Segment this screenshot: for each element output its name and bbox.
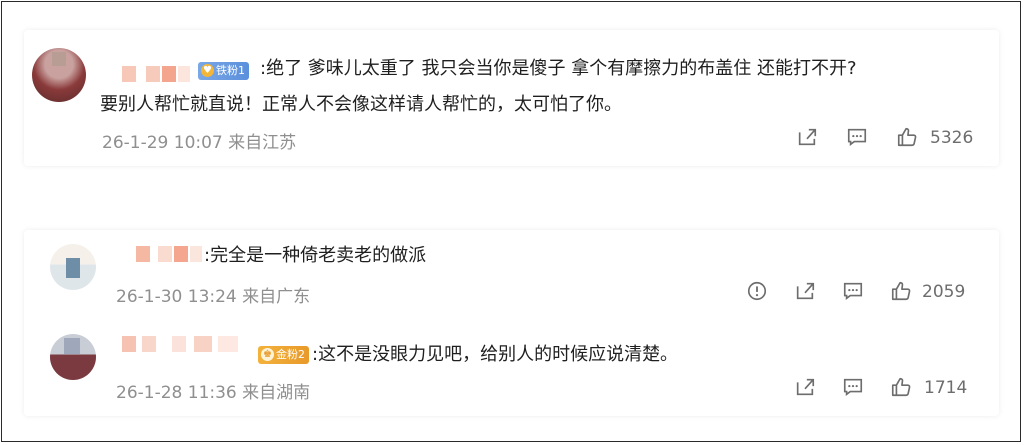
comment-button[interactable]: [842, 280, 864, 304]
comment-meta: 26-1-28 11:36 来自湖南: [116, 378, 310, 403]
comment-icon: [847, 128, 867, 146]
like-count: 5326: [930, 128, 974, 148]
share-icon: [796, 378, 815, 396]
comment-button[interactable]: [846, 126, 868, 150]
comment-meta: 26-1-30 13:24 来自广东: [116, 282, 310, 307]
share-button[interactable]: [794, 376, 816, 400]
comment-text: :这不是没眼力见吧，给别人的时候应说清楚。: [312, 344, 679, 365]
comment-location: 来自湖南: [242, 383, 311, 403]
share-icon: [796, 282, 815, 300]
comment-location: 来自广东: [242, 287, 311, 307]
comment-text-continued: 要别人帮忙就直说！正常人不会像这样请人帮忙的，太可怕了你。: [100, 94, 622, 115]
fan-badge: ♚ 金粉2: [258, 346, 309, 364]
comment-actions: 2059: [746, 280, 996, 304]
like-count: 1714: [924, 378, 968, 398]
like-button[interactable]: [890, 280, 912, 304]
like-count: 2059: [922, 282, 966, 302]
share-button[interactable]: [794, 280, 816, 304]
thumbs-up-icon: [891, 377, 911, 397]
comment-icon: [843, 378, 863, 396]
thumbs-up-icon: [897, 127, 917, 147]
report-icon: [747, 281, 767, 301]
avatar[interactable]: [50, 334, 96, 380]
avatar[interactable]: [32, 48, 86, 102]
share-button[interactable]: [796, 126, 818, 150]
username-blurred[interactable]: [122, 336, 252, 352]
comment-meta: 26-1-29 10:07 来自江苏: [102, 128, 296, 153]
report-button[interactable]: [746, 280, 768, 304]
share-icon: [798, 128, 817, 146]
fan-heart-icon: ♥: [201, 64, 214, 77]
comment-card: :完全是一种倚老卖老的做派 26-1-30 13:24 来自广东 2059 ♚ …: [24, 230, 999, 416]
comment-text: :绝了 爹味儿太重了 我只会当你是傻子 拿个有摩擦力的布盖住 还能打不开?: [260, 58, 857, 79]
thumbs-up-icon: [891, 281, 911, 301]
like-button[interactable]: [896, 126, 918, 150]
comment-time: 26-1-30 13:24: [116, 287, 237, 307]
comment-time: 26-1-29 10:07: [102, 133, 223, 153]
like-button[interactable]: [890, 376, 912, 400]
comment-icon: [843, 282, 863, 300]
avatar[interactable]: [50, 244, 96, 290]
comment-location: 来自江苏: [228, 133, 297, 153]
fan-badge: ♥ 铁粉1: [198, 62, 249, 80]
comment-actions: 1714: [794, 376, 994, 400]
comment-button[interactable]: [842, 376, 864, 400]
comment-actions: 5326: [796, 126, 996, 150]
comment-card: ♥ 铁粉1 :绝了 爹味儿太重了 我只会当你是傻子 拿个有摩擦力的布盖住 还能打…: [24, 30, 999, 166]
fan-crown-icon: ♚: [261, 348, 274, 361]
comment-time: 26-1-28 11:36: [116, 383, 237, 403]
screenshot-frame: ♥ 铁粉1 :绝了 爹味儿太重了 我只会当你是傻子 拿个有摩擦力的布盖住 还能打…: [1, 1, 1021, 442]
comment-text: :完全是一种倚老卖老的做派: [204, 245, 427, 266]
